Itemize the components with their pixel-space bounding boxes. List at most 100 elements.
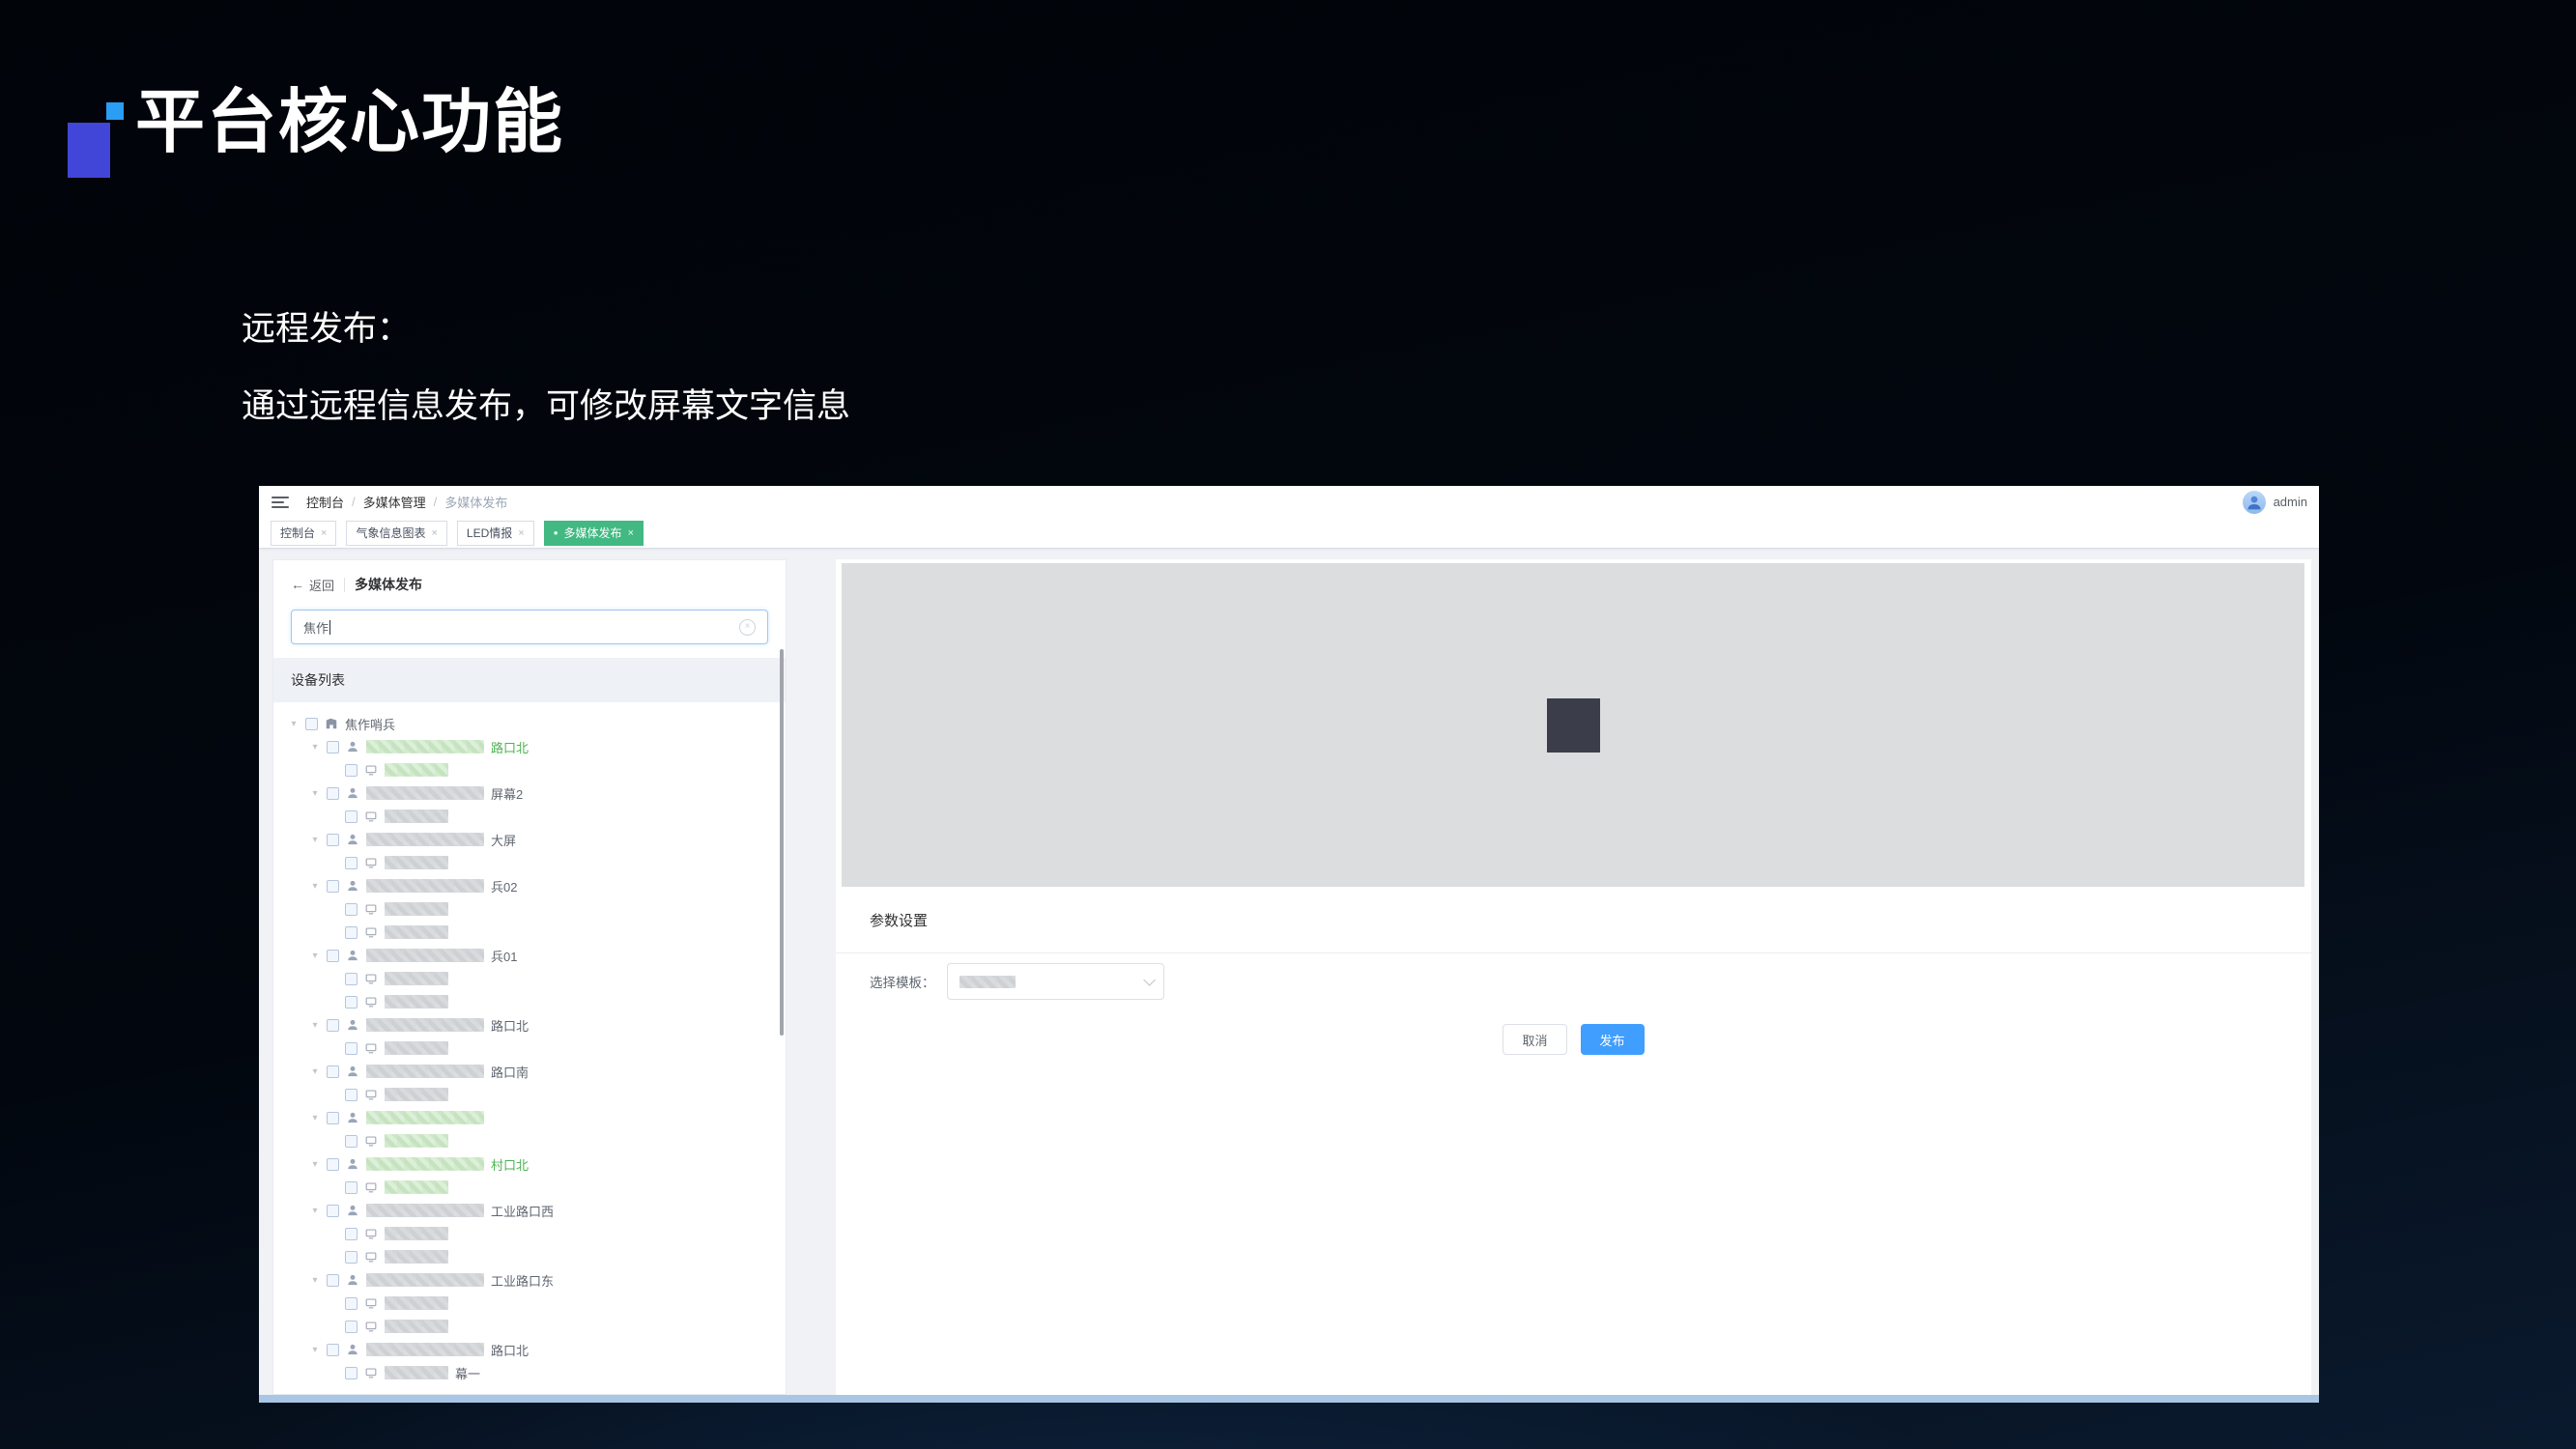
tree-screen-node[interactable] — [273, 1037, 786, 1060]
tree-device-node[interactable]: ▾路口南 — [273, 1060, 786, 1083]
tree-screen-node[interactable] — [273, 1129, 786, 1152]
tree-checkbox[interactable] — [327, 787, 339, 800]
caret-down-icon[interactable]: ▾ — [310, 1206, 320, 1216]
tree-checkbox[interactable] — [345, 1321, 358, 1333]
tree-checkbox[interactable] — [345, 1042, 358, 1055]
tree-device-node[interactable]: ▾兵02 — [273, 874, 786, 897]
tree-checkbox[interactable] — [327, 834, 339, 846]
caret-down-icon[interactable]: ▾ — [310, 1066, 320, 1077]
back-button[interactable]: ← 返回 — [291, 576, 334, 594]
tree-screen-node[interactable] — [273, 1176, 786, 1199]
tab-weather-chart[interactable]: 气象信息图表 × — [346, 521, 446, 546]
tree-screen-node[interactable] — [273, 1245, 786, 1268]
tree-checkbox[interactable] — [327, 1065, 339, 1078]
tab-console[interactable]: 控制台 × — [271, 521, 336, 546]
preview-dark-square — [1547, 698, 1600, 753]
tree-device-node[interactable]: ▾村口北 — [273, 1152, 786, 1176]
tree-device-node[interactable]: ▾ — [273, 1106, 786, 1129]
caret-down-icon[interactable]: ▾ — [310, 742, 320, 753]
tab-led-info[interactable]: LED情报 × — [457, 521, 534, 546]
tree-checkbox[interactable] — [327, 950, 339, 962]
tree-checkbox[interactable] — [327, 880, 339, 893]
tab-media-publish-active[interactable]: ● 多媒体发布 × — [544, 521, 644, 546]
tree-checkbox[interactable] — [345, 764, 358, 777]
caret-down-icon[interactable]: ▾ — [310, 788, 320, 799]
breadcrumb-item-media-publish: 多媒体发布 — [444, 493, 507, 511]
vertical-scrollbar[interactable] — [780, 649, 784, 1036]
tree-device-node[interactable]: ▾工业路口西 — [273, 1199, 786, 1222]
tree-checkbox[interactable] — [345, 1181, 358, 1194]
redacted-name — [366, 740, 484, 753]
tree-screen-node[interactable] — [273, 990, 786, 1013]
tree-checkbox[interactable] — [327, 741, 339, 753]
tree-checkbox[interactable] — [345, 1367, 358, 1379]
tree-screen-node[interactable] — [273, 805, 786, 828]
tree-checkbox[interactable] — [345, 1228, 358, 1240]
tree-checkbox[interactable] — [327, 1274, 339, 1287]
tree-screen-node[interactable] — [273, 1292, 786, 1315]
clear-search-icon[interactable]: × — [739, 619, 756, 636]
tree-checkbox[interactable] — [345, 973, 358, 985]
tree-checkbox[interactable] — [345, 903, 358, 916]
tree-screen-node[interactable] — [273, 921, 786, 944]
template-select[interactable] — [947, 963, 1164, 1000]
tree-checkbox[interactable] — [345, 996, 358, 1009]
tree-checkbox[interactable] — [327, 1205, 339, 1217]
tree-device-node[interactable]: ▾工业路口东 — [273, 1268, 786, 1292]
caret-down-icon[interactable]: ▾ — [310, 1345, 320, 1355]
tree-screen-node[interactable] — [273, 1222, 786, 1245]
caret-down-icon[interactable]: ▾ — [310, 1020, 320, 1031]
caret-down-icon[interactable]: ▾ — [310, 881, 320, 892]
tree-device-node[interactable]: ▾ 大屏 — [273, 828, 786, 851]
close-tab-icon[interactable]: × — [628, 527, 634, 539]
divider — [836, 952, 2311, 953]
tree-checkbox[interactable] — [345, 1089, 358, 1101]
tree-screen-node[interactable] — [273, 758, 786, 781]
device-user-icon — [346, 1273, 359, 1287]
tree-node-label: 大屏 — [491, 831, 516, 849]
device-user-icon — [346, 1018, 359, 1032]
close-tab-icon[interactable]: × — [321, 527, 327, 539]
tree-screen-node[interactable] — [273, 1315, 786, 1338]
tree-device-node[interactable]: ▾兵01 — [273, 944, 786, 967]
caret-down-icon[interactable]: ▾ — [310, 951, 320, 961]
caret-down-icon[interactable]: ▾ — [310, 1275, 320, 1286]
tree-checkbox[interactable] — [345, 1135, 358, 1148]
user-menu[interactable]: admin — [2243, 491, 2319, 514]
screen-icon — [364, 1320, 378, 1333]
breadcrumb-item-media-mgmt[interactable]: 多媒体管理 — [363, 493, 426, 511]
tree-checkbox[interactable] — [327, 1019, 339, 1032]
close-tab-icon[interactable]: × — [518, 527, 524, 539]
tree-checkbox[interactable] — [345, 857, 358, 869]
tree-screen-node[interactable] — [273, 851, 786, 874]
tree-checkbox[interactable] — [345, 810, 358, 823]
tree-checkbox[interactable] — [345, 1251, 358, 1264]
tree-device-node[interactable]: ▾路口北 — [273, 1013, 786, 1037]
tree-checkbox[interactable] — [327, 1112, 339, 1124]
tree-checkbox[interactable] — [327, 1344, 339, 1356]
close-tab-icon[interactable]: × — [431, 527, 437, 539]
tree-root-node[interactable]: ▾焦作哨兵 — [273, 712, 786, 735]
device-search-input[interactable]: 焦作 × — [291, 610, 768, 644]
breadcrumb-item-console[interactable]: 控制台 — [306, 493, 344, 511]
caret-down-icon[interactable]: ▾ — [310, 1159, 320, 1170]
tree-checkbox[interactable] — [305, 718, 318, 730]
publish-button[interactable]: 发布 — [1581, 1024, 1645, 1055]
tree-device-node[interactable]: ▾屏幕2 — [273, 781, 786, 805]
caret-down-icon[interactable]: ▾ — [310, 1113, 320, 1123]
tree-checkbox[interactable] — [345, 926, 358, 939]
tree-checkbox[interactable] — [345, 1297, 358, 1310]
tree-screen-node[interactable] — [273, 1083, 786, 1106]
tree-device-node[interactable]: ▾路口北 — [273, 1338, 786, 1361]
menu-collapse-icon[interactable] — [272, 497, 289, 508]
tree-screen-node[interactable] — [273, 967, 786, 990]
tree-screen-node[interactable] — [273, 897, 786, 921]
tree-device-node[interactable]: ▾路口北 — [273, 735, 786, 758]
horizontal-scrollbar[interactable] — [259, 1395, 2319, 1403]
tree-checkbox[interactable] — [327, 1158, 339, 1171]
caret-down-icon[interactable]: ▾ — [289, 719, 299, 729]
cancel-button[interactable]: 取消 — [1503, 1024, 1566, 1055]
caret-down-icon[interactable]: ▾ — [310, 835, 320, 845]
avatar[interactable] — [2243, 491, 2266, 514]
tree-screen-node[interactable]: 幕一 — [273, 1361, 786, 1384]
